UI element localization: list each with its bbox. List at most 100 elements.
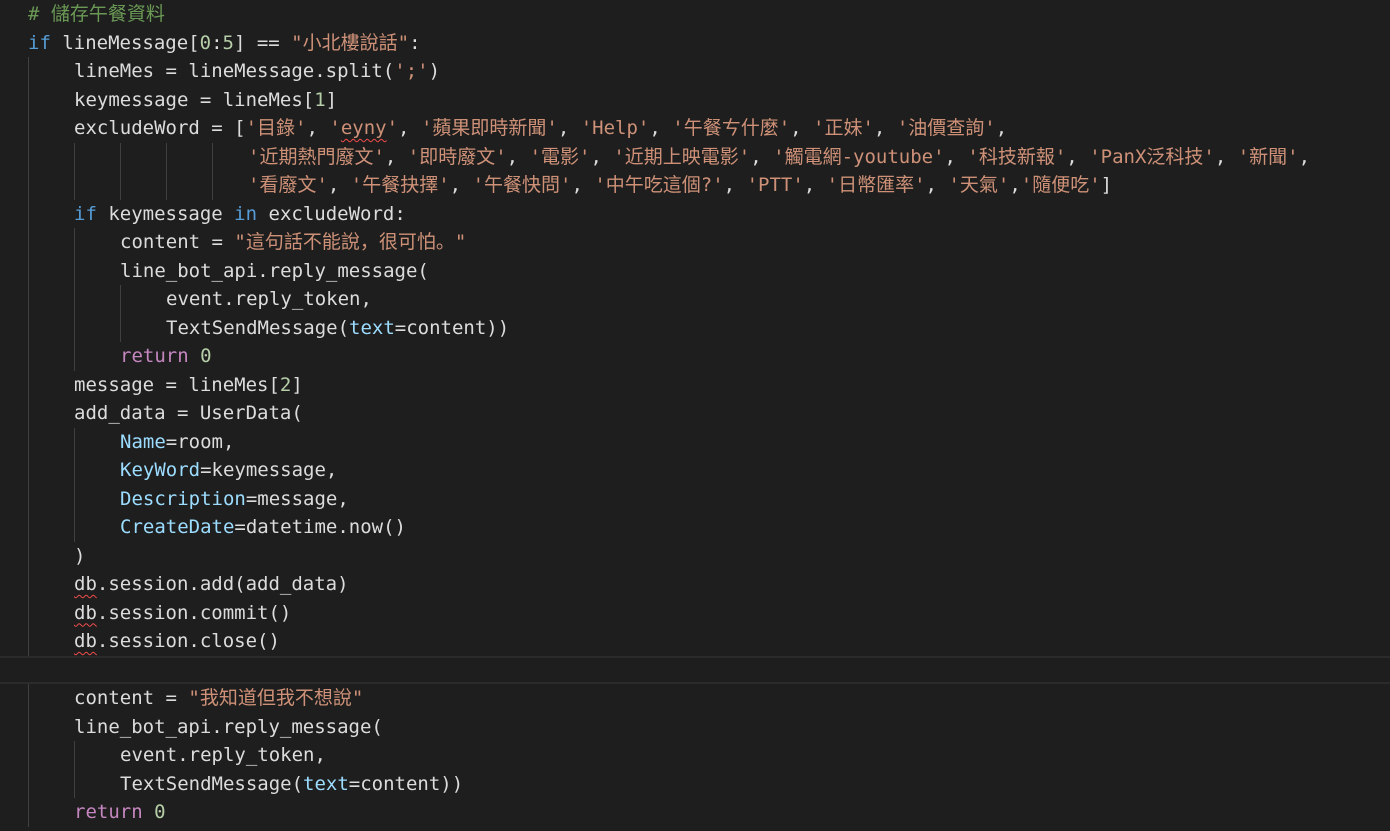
code-token: ] <box>291 373 303 396</box>
code-line[interactable]: KeyWord=keymessage, <box>0 456 337 485</box>
code-line[interactable]: content = "我知道但我不想說" <box>0 684 363 713</box>
current-line[interactable] <box>0 655 1390 684</box>
code-line[interactable]: db.session.commit() <box>0 599 291 628</box>
code-token: =content)) <box>348 772 464 795</box>
code-token: ' <box>386 117 399 139</box>
code-token: , <box>873 117 897 139</box>
code-editor[interactable]: # 儲存午餐資料 if lineMessage[0:5] == "小北樓說話": l… <box>0 0 1390 831</box>
code-token: , <box>506 145 530 168</box>
code-token: 'Help' <box>580 117 650 139</box>
code-token: "這句話不能說，很可怕。" <box>234 231 467 253</box>
code-token: Description <box>120 487 246 510</box>
code-token: lineMes = lineMessage.split( <box>74 60 395 82</box>
code-token: return <box>74 801 143 823</box>
code-token: =room, <box>165 430 235 453</box>
code-token: , <box>1214 145 1238 168</box>
code-token: ] <box>1100 174 1113 196</box>
code-token: KeyWord <box>120 459 201 481</box>
code-token: if <box>74 202 97 225</box>
code-token: '午餐抉擇' <box>350 174 450 196</box>
code-line[interactable]: content = "這句話不能說，很可怕。" <box>0 228 466 257</box>
code-token: , <box>449 174 473 196</box>
code-token: =message, <box>245 487 349 510</box>
code-token: '電影' <box>529 145 591 168</box>
code-token: excludeWord = [ <box>74 117 246 139</box>
code-token: excludeWord: <box>257 202 406 225</box>
code-line[interactable]: event.reply_token, <box>0 741 326 770</box>
code-token: lineMessage[ <box>50 31 200 54</box>
code-line[interactable]: CreateDate=datetime.now() <box>0 513 406 542</box>
code-line[interactable]: '看廢文', '午餐抉擇', '午餐快問', '中午吃這個?', 'PTT', … <box>0 171 1112 200</box>
code-token: event.reply_token, <box>166 288 372 310</box>
code-line[interactable]: if lineMessage[0:5] == "小北樓說話": <box>0 29 421 58</box>
code-line[interactable]: message = lineMes[2] <box>0 371 303 400</box>
code-line[interactable]: keymessage = lineMes[1] <box>0 86 337 115</box>
code-line[interactable]: return 0 <box>0 798 166 827</box>
code-token: if <box>28 31 51 54</box>
code-line[interactable]: line_bot_api.reply_message( <box>0 713 383 742</box>
code-line[interactable]: TextSendMessage(text=content)) <box>0 770 463 799</box>
code-token: , <box>1066 145 1090 168</box>
code-token: '中午吃這個?' <box>594 174 724 196</box>
code-token: '天氣' <box>948 174 1010 196</box>
code-token: =keymessage, <box>200 459 338 481</box>
code-line[interactable]: if keymessage in excludeWord: <box>0 200 406 229</box>
code-token: =datetime.now() <box>234 516 406 538</box>
code-token: "我知道但我不想說" <box>188 687 364 709</box>
code-token: 1 <box>314 88 326 111</box>
code-token: keymessage = lineMes[ <box>74 88 315 111</box>
code-line[interactable]: return 0 <box>0 342 212 371</box>
code-token: in <box>234 202 258 225</box>
code-token: eyny <box>340 117 387 139</box>
code-token: '正妹' <box>813 117 874 139</box>
code-token: 'PTT' <box>746 174 804 196</box>
code-token: .session.add(add_data) <box>96 573 349 595</box>
code-line[interactable]: '近期熱門廢文', '即時廢文', '電影', '近期上映電影', '觸電網-y… <box>0 143 1310 172</box>
code-token: keymessage <box>96 202 235 225</box>
code-line[interactable]: ) <box>0 542 85 571</box>
code-line[interactable]: line_bot_api.reply_message( <box>0 257 429 286</box>
code-token: '目錄' <box>245 117 307 139</box>
code-token: , <box>723 174 747 196</box>
code-token: , <box>750 145 774 168</box>
code-line[interactable]: db.session.close() <box>0 627 280 656</box>
code-token: line_bot_api.reply_message( <box>120 259 429 282</box>
code-token: , <box>944 145 968 168</box>
code-token: db <box>74 630 97 652</box>
code-token: # 儲存午餐資料 <box>28 3 165 25</box>
code-line[interactable]: add_data = UserData( <box>0 399 303 428</box>
code-line[interactable]: excludeWord = ['目錄', 'eyny', '蘋果即時新聞', '… <box>0 114 1007 143</box>
code-token: return <box>120 345 189 367</box>
code-token: ' <box>329 117 341 139</box>
code-token: content = <box>74 687 189 709</box>
code-token: , <box>557 117 581 139</box>
code-line[interactable]: event.reply_token, <box>0 285 372 314</box>
code-token: '近期熱門廢文' <box>248 145 385 168</box>
code-token: , <box>571 174 595 196</box>
code-token: , <box>1298 145 1311 168</box>
code-token: '日幣匯率' <box>826 174 926 196</box>
code-line[interactable]: TextSendMessage(text=content)) <box>0 314 509 343</box>
code-token: CreateDate <box>120 516 235 538</box>
code-line[interactable]: db.session.add(add_data) <box>0 570 349 599</box>
code-line[interactable]: # 儲存午餐資料 <box>0 0 165 29</box>
code-token: db <box>74 601 97 624</box>
code-token: ) <box>74 544 86 567</box>
code-token: content = <box>120 231 235 253</box>
code-token: '午餐快問' <box>472 174 572 196</box>
code-token: =content)) <box>394 316 510 339</box>
code-token: , <box>398 117 421 139</box>
code-token: .session.close() <box>96 630 280 652</box>
code-token: '看廢文' <box>248 174 328 196</box>
code-token: '新聞' <box>1237 145 1299 168</box>
code-token: , <box>925 174 949 196</box>
code-line[interactable]: Description=message, <box>0 485 349 514</box>
code-line[interactable]: lineMes = lineMessage.split(';') <box>0 57 440 86</box>
code-token: text <box>349 316 395 339</box>
code-token: 2 <box>279 373 292 396</box>
code-token: , <box>995 117 1008 139</box>
code-line[interactable]: Name=room, <box>0 428 234 457</box>
code-token: .session.commit() <box>96 601 292 624</box>
code-token: , <box>384 145 408 168</box>
